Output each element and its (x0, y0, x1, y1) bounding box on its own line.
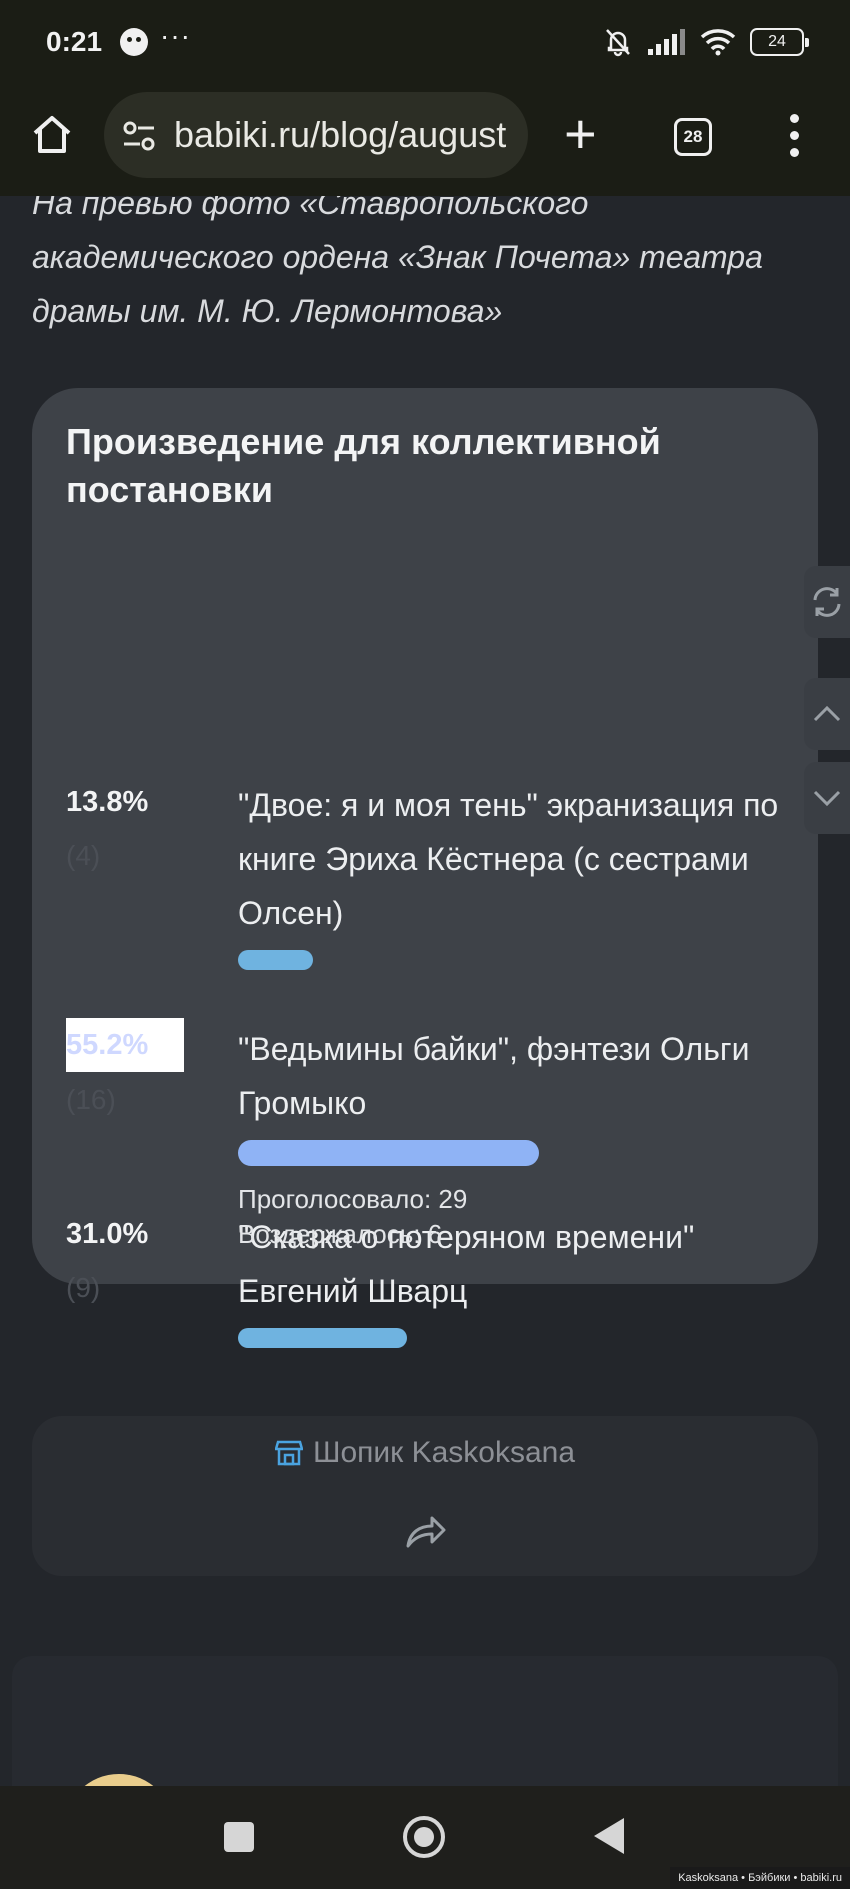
abstained-count: Воздержалось: 6 (238, 1219, 443, 1249)
refresh-icon (813, 587, 841, 617)
wifi-icon (700, 29, 736, 56)
voted-count: Проголосовало: 29 (238, 1184, 468, 1214)
option-result-bar (238, 950, 313, 970)
muted-bell-icon (606, 29, 630, 57)
home-icon[interactable] (30, 112, 74, 156)
more-notifications-icon: ··· (160, 20, 191, 51)
option-percent: 31.0% (66, 1218, 149, 1250)
option-result-bar (238, 1328, 407, 1348)
share-icon[interactable] (404, 1512, 448, 1552)
shop-card[interactable]: Шопик Kaskoksana (32, 1416, 818, 1576)
status-time: 0:21 (46, 26, 103, 57)
system-nav-bar: Kaskoksana • Бэйбики • babiki.ru (0, 1786, 850, 1889)
status-bar: 0:21 ··· 24 (0, 0, 850, 86)
site-settings-icon[interactable] (122, 119, 156, 153)
watermark: Kaskoksana • Бэйбики • babiki.ru (670, 1867, 850, 1889)
poll-title: Произведение для коллективной постановки (66, 421, 661, 510)
option-vote-count: (9) (66, 1272, 101, 1303)
home-button[interactable] (403, 1816, 445, 1858)
option-result-bar (238, 1140, 539, 1166)
photo-caption: На превью фото «Ставропольского академич… (32, 196, 763, 329)
option-percent: 55.2% (66, 1018, 184, 1072)
battery-icon: 24 (750, 28, 809, 56)
address-bar[interactable]: babiki.ru/blog/august (104, 92, 528, 178)
poll-totals: Проголосовало: 29 Воздержалось: 6 (238, 1182, 467, 1252)
poll-card: Произведение для коллективной постановки… (32, 388, 818, 1348)
scroll-up-button[interactable] (804, 678, 850, 750)
chevron-down-icon (813, 790, 841, 807)
chevron-up-icon (813, 705, 841, 722)
store-icon (274, 1440, 303, 1466)
shop-link[interactable]: Шопик Kaskoksana (32, 1436, 818, 1470)
new-tab-button[interactable]: + (564, 106, 597, 162)
url-text[interactable]: babiki.ru/blog/august (174, 114, 506, 156)
browser-toolbar: babiki.ru/blog/august + 28 (0, 86, 850, 196)
browser-menu-button[interactable] (790, 114, 800, 158)
page-content: На превью фото «Ставропольского академич… (0, 196, 850, 1786)
scroll-down-button[interactable] (804, 762, 850, 834)
option-percent: 13.8% (66, 786, 149, 818)
recents-button[interactable] (224, 1822, 254, 1852)
refresh-button[interactable] (804, 566, 850, 638)
option-text: "Ведьмины байки", фэнтези Ольги Громыко (238, 1031, 750, 1121)
back-button[interactable] (594, 1818, 624, 1854)
option-vote-count: (16) (66, 1084, 116, 1115)
next-post-card (12, 1656, 838, 1786)
shop-label: Шопик Kaskoksana (312, 1436, 576, 1469)
tab-switcher-button[interactable]: 28 (674, 118, 712, 156)
app-notification-icon (120, 28, 148, 56)
option-vote-count: (4) (66, 840, 101, 871)
signal-icon (648, 29, 685, 55)
option-text: "Двое: я и моя тень" экранизация по книг… (238, 787, 779, 931)
